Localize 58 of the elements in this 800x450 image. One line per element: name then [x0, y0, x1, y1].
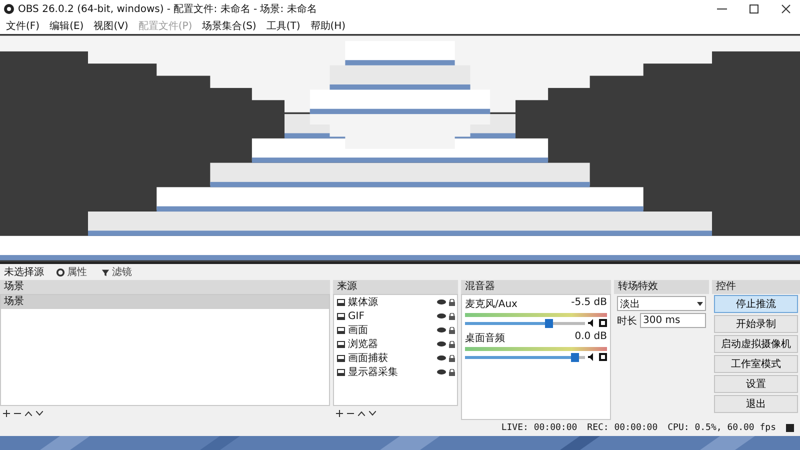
stop-icon: [786, 424, 794, 432]
menu-item[interactable]: 文件(F): [2, 19, 44, 33]
dock-title: 混音器: [461, 280, 611, 294]
dock-title: 来源: [333, 280, 458, 294]
app-logo-icon: [4, 4, 14, 14]
filter-icon: [101, 268, 110, 276]
channel-reading: 0.0 dB: [574, 331, 607, 344]
add-icon[interactable]: [3, 410, 10, 416]
source-item[interactable]: 浏览器: [348, 337, 434, 351]
source-item[interactable]: GIF: [348, 310, 434, 322]
menu-item[interactable]: 帮助(H): [306, 19, 350, 33]
duration-field[interactable]: 300 ms: [640, 313, 706, 328]
speaker-icon[interactable]: [588, 319, 596, 327]
menu-item[interactable]: 工具(T): [262, 19, 304, 33]
transition-dropdown[interactable]: 淡出: [617, 296, 706, 311]
control-button[interactable]: 开始录制: [714, 315, 798, 333]
menu-item[interactable]: 编辑(E): [46, 19, 88, 33]
caret-icon: [697, 302, 703, 306]
lock-icon[interactable]: [449, 326, 455, 334]
control-button[interactable]: 工作室模式: [714, 355, 798, 373]
filters-button[interactable]: 滤镜: [99, 265, 134, 279]
speaker-icon[interactable]: [588, 353, 596, 361]
window-title: OBS 26.0.2 (64-bit, windows) - 配置文件: 未命名 - 场景: 未命名: [18, 2, 318, 16]
lock-icon[interactable]: [449, 368, 455, 376]
live-status: LIVE: 00:00:00: [501, 423, 578, 433]
menu-item[interactable]: 场景集合(S): [198, 19, 260, 33]
lock-icon[interactable]: [449, 354, 455, 362]
lock-icon[interactable]: [449, 312, 455, 320]
lock-icon[interactable]: [449, 298, 455, 306]
control-button[interactable]: 设置: [714, 375, 798, 393]
context-label: 未选择源: [4, 266, 44, 279]
control-button[interactable]: 退出: [714, 395, 798, 413]
channel-name: 麦克风/Aux: [465, 298, 518, 311]
source-item[interactable]: 显示器采集: [348, 365, 434, 379]
properties-button[interactable]: 属性: [54, 265, 89, 279]
slider-thumb[interactable]: [571, 352, 580, 362]
scene-item[interactable]: 场景: [1, 295, 329, 309]
duration-label: 时长: [617, 314, 637, 328]
move-up-icon[interactable]: [25, 410, 32, 416]
cpu-status: CPU: 0.5%, 60.00 fps: [668, 423, 776, 433]
source-item[interactable]: 画面捕获: [348, 351, 434, 365]
move-down-icon[interactable]: [369, 410, 376, 416]
menu-item[interactable]: 视图(V): [90, 19, 132, 33]
slider-thumb[interactable]: [545, 318, 553, 328]
dock-title: 控件: [712, 280, 800, 294]
move-up-icon[interactable]: [358, 410, 365, 416]
source-item[interactable]: 画面: [348, 323, 434, 337]
channel-name: 桌面音频: [465, 332, 505, 345]
dock-title: 转场特效: [614, 280, 709, 294]
dock-title: 场景: [0, 280, 330, 294]
control-button[interactable]: 停止推流: [714, 295, 798, 313]
lock-icon[interactable]: [449, 340, 455, 348]
source-item[interactable]: 媒体源: [348, 295, 434, 309]
move-down-icon[interactable]: [36, 410, 43, 416]
add-icon[interactable]: [336, 410, 343, 416]
control-button[interactable]: 启动虚拟摄像机: [714, 335, 798, 353]
channel-reading: -5.5 dB: [571, 297, 607, 310]
rec-status: REC: 00:00:00: [587, 423, 658, 433]
